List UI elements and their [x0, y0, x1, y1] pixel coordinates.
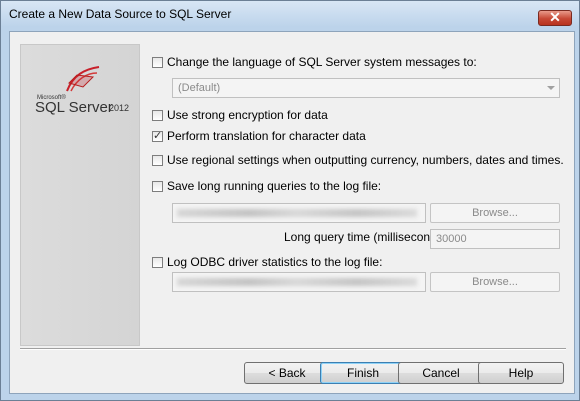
strong-encryption-checkbox[interactable]	[152, 109, 163, 121]
change-language-label: Change the language of SQL Server system…	[167, 55, 477, 69]
window-title: Create a New Data Source to SQL Server	[9, 7, 232, 21]
driver-stats-log-path	[172, 272, 426, 292]
long-queries-label: Save long running queries to the log fil…	[167, 179, 382, 193]
blurred-path-text	[177, 209, 417, 217]
driver-stats-label: Log ODBC driver statistics to the log fi…	[167, 255, 383, 269]
close-icon: ✕	[549, 9, 561, 25]
cancel-button[interactable]: Cancel	[398, 362, 484, 384]
logo-version-text: 2012	[109, 103, 130, 113]
regional-settings-option[interactable]: Use regional settings when outputting cu…	[152, 152, 564, 168]
blurred-path-text	[177, 278, 417, 286]
title-bar: Create a New Data Source to SQL Server ✕	[1, 1, 579, 27]
dropdown-arrow-icon	[547, 86, 555, 90]
driver-stats-checkbox[interactable]	[152, 256, 163, 268]
long-queries-option[interactable]: Save long running queries to the log fil…	[152, 178, 381, 194]
strong-encryption-label: Use strong encryption for data	[167, 108, 328, 122]
long-queries-log-path	[172, 203, 426, 223]
finish-button[interactable]: Finish	[320, 362, 406, 384]
back-button[interactable]: < Back	[244, 362, 330, 384]
long-queries-checkbox[interactable]	[152, 180, 163, 192]
driver-stats-option[interactable]: Log ODBC driver statistics to the log fi…	[152, 254, 382, 270]
language-select-value: (Default)	[178, 82, 221, 94]
sql-server-logo-icon	[66, 66, 100, 92]
long-queries-browse-button: Browse...	[430, 203, 560, 223]
dialog-content: Microsoft® SQL Server 2012 Change the la…	[9, 31, 575, 394]
checkmark-icon: ✓	[153, 129, 163, 142]
logo-product-text: SQL Server	[35, 99, 113, 116]
language-select: (Default)	[172, 78, 560, 98]
side-banner: Microsoft® SQL Server 2012	[20, 44, 140, 346]
dialog-window: Create a New Data Source to SQL Server ✕…	[0, 0, 580, 401]
help-button[interactable]: Help	[478, 362, 564, 384]
long-query-time-input: 30000	[430, 229, 560, 249]
long-query-time-label: Long query time (milliseconds):	[284, 230, 451, 244]
sql-server-logo: Microsoft® SQL Server 2012	[29, 65, 137, 125]
regional-settings-checkbox[interactable]	[152, 154, 163, 166]
translation-option[interactable]: ✓ Perform translation for character data	[152, 128, 366, 144]
strong-encryption-option[interactable]: Use strong encryption for data	[152, 107, 328, 123]
change-language-option[interactable]: Change the language of SQL Server system…	[152, 54, 477, 70]
footer-separator	[20, 348, 566, 350]
regional-settings-label: Use regional settings when outputting cu…	[167, 153, 564, 167]
change-language-checkbox[interactable]	[152, 56, 163, 68]
close-button[interactable]: ✕	[538, 9, 572, 26]
translation-label: Perform translation for character data	[167, 129, 366, 143]
translation-checkbox[interactable]: ✓	[152, 129, 163, 142]
driver-stats-browse-button: Browse...	[430, 272, 560, 292]
